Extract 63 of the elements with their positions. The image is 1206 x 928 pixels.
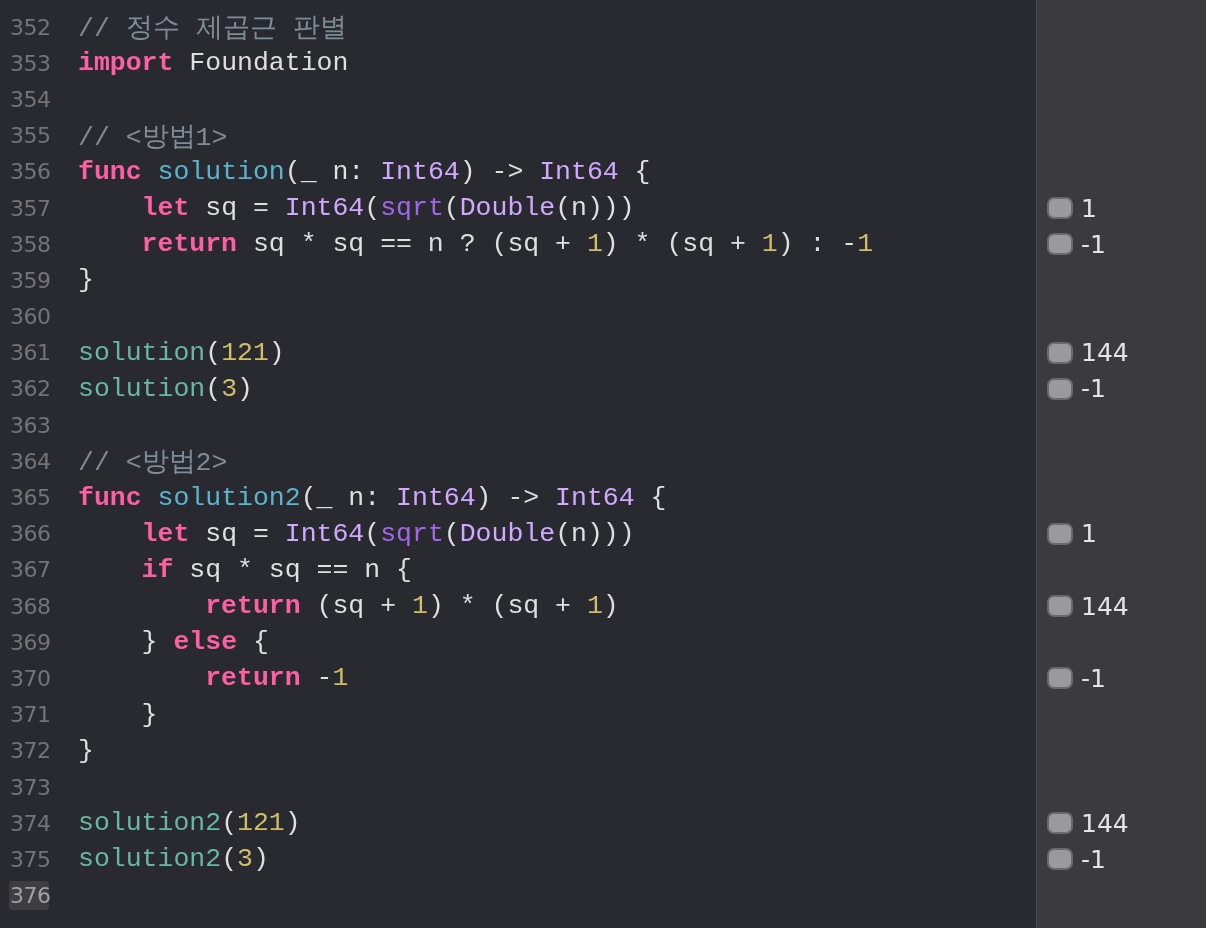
result-value: 1 <box>1081 193 1097 223</box>
result-value: 144 <box>1081 808 1129 838</box>
code-line: solution2(121) <box>78 808 301 839</box>
result-value: -1 <box>1081 844 1106 874</box>
code-line: solution(121) <box>78 337 285 368</box>
quick-look-icon[interactable] <box>1047 197 1073 220</box>
line-number: 368 <box>9 592 49 621</box>
line-number: 367 <box>9 556 49 585</box>
line-number: 364 <box>9 447 49 476</box>
code-line: // 정수 제곱근 판별 <box>78 13 347 46</box>
line-number: 356 <box>9 158 49 187</box>
line-number: 370 <box>9 664 49 693</box>
quick-look-icon[interactable] <box>1047 812 1073 835</box>
code-line: } <box>78 735 94 766</box>
result-value: -1 <box>1081 229 1106 259</box>
line-number: 357 <box>9 194 49 223</box>
quick-look-icon[interactable] <box>1047 848 1073 871</box>
code-line: return sq * sq == n ? (sq + 1) * (sq + 1) : -1 <box>140 229 874 260</box>
code-line: let sq = Int64(sqrt(Double(n))) <box>140 193 635 224</box>
line-number: 355 <box>9 122 49 151</box>
code-line: func solution2(_ n: Int64) -> Int64 { <box>78 482 667 513</box>
line-number: 352 <box>9 13 49 42</box>
code-line: // <방법2> <box>78 447 228 480</box>
quick-look-icon[interactable] <box>1047 667 1073 690</box>
line-number: 376 <box>9 881 49 911</box>
code-line: // <방법1> <box>78 121 228 154</box>
line-number: 361 <box>9 339 49 368</box>
code-line: func solution(_ n: Int64) -> Int64 { <box>78 156 651 187</box>
line-number: 369 <box>9 628 49 657</box>
line-number: 374 <box>9 809 49 838</box>
line-number: 365 <box>9 484 49 513</box>
line-number: 362 <box>9 375 49 404</box>
code-line: } <box>78 265 94 296</box>
code-line: return -1 <box>204 663 349 694</box>
line-number: 366 <box>9 520 49 549</box>
line-number: 372 <box>9 737 49 766</box>
quick-look-icon[interactable] <box>1047 595 1073 618</box>
line-number: 373 <box>9 773 49 802</box>
result-value: 1 <box>1081 519 1097 549</box>
line-number: 375 <box>9 845 49 874</box>
line-number: 358 <box>9 230 49 259</box>
line-number: 371 <box>9 701 49 730</box>
code-line: let sq = Int64(sqrt(Double(n))) <box>140 518 635 549</box>
line-number: 354 <box>9 85 49 114</box>
line-number: 363 <box>9 411 49 440</box>
code-line: if sq * sq == n { <box>140 554 412 585</box>
line-number: 353 <box>9 49 49 78</box>
result-value: -1 <box>1081 374 1106 404</box>
code-line: } else { <box>140 627 269 658</box>
line-number: 359 <box>9 266 49 295</box>
quick-look-icon[interactable] <box>1047 377 1073 400</box>
quick-look-icon[interactable] <box>1047 341 1073 364</box>
result-value: -1 <box>1081 663 1106 693</box>
code-line: } <box>140 699 158 730</box>
line-number: 360 <box>9 303 49 332</box>
result-value: 144 <box>1081 338 1129 368</box>
code-line: return (sq + 1) * (sq + 1) <box>204 591 619 622</box>
quick-look-icon[interactable] <box>1047 522 1073 545</box>
quick-look-icon[interactable] <box>1047 233 1073 256</box>
code-line: solution(3) <box>78 373 253 404</box>
code-line: import Foundation <box>78 48 349 79</box>
result-value: 144 <box>1081 591 1129 621</box>
code-line: solution2(3) <box>78 844 269 875</box>
